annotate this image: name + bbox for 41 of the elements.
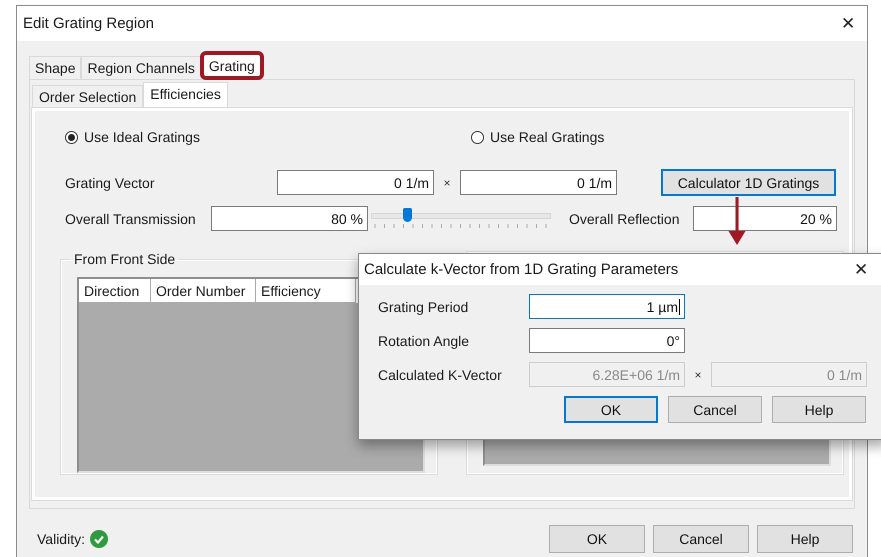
tab[interactable]: Region Channels — [81, 56, 201, 79]
column-header[interactable]: Efficiency — [256, 279, 356, 303]
output-field: 0 1/m — [711, 362, 867, 387]
dialog-button[interactable]: Cancel — [668, 396, 762, 423]
window-title: Edit Grating Region — [23, 15, 154, 32]
times-sign: × — [693, 368, 702, 382]
column-header[interactable]: Direction — [79, 279, 151, 303]
tab[interactable]: Shape — [29, 56, 82, 79]
dialog-title: Calculate k-Vector from 1D Grating Parameters — [364, 261, 678, 278]
field-label: Calculated K-Vector — [378, 366, 503, 382]
dialog-button[interactable]: OK — [549, 525, 645, 553]
output-field: 6.28E+06 1/m — [529, 362, 685, 387]
input-field[interactable]: 80 % — [211, 206, 368, 231]
close-icon[interactable]: ✕ — [841, 13, 855, 34]
close-icon[interactable]: ✕ — [854, 259, 868, 280]
group-title: From Front Side — [73, 251, 176, 267]
input-field[interactable]: 20 % — [693, 206, 837, 231]
input-field[interactable]: 1 µm — [529, 294, 685, 319]
input-field[interactable]: 0 1/m — [277, 170, 434, 195]
radio-option[interactable]: Use Real Gratings — [471, 129, 671, 145]
dialog-button[interactable]: Cancel — [653, 525, 749, 553]
tab[interactable]: Grating — [202, 54, 261, 77]
dialog-button[interactable]: OK — [564, 396, 658, 423]
validity-label: Validity: — [37, 531, 85, 547]
annotation-arrow — [727, 197, 747, 247]
tab[interactable]: Order Selection — [32, 85, 144, 108]
field-label: Overall Reflection — [569, 210, 680, 226]
field-label: Grating Period — [378, 298, 470, 314]
field-label: Grating Vector — [65, 174, 156, 190]
input-field[interactable]: 0° — [529, 328, 685, 353]
dialog-button[interactable]: Help — [772, 396, 866, 423]
slider[interactable] — [371, 208, 551, 230]
field-label: Rotation Angle — [378, 332, 470, 348]
field-label: Overall Transmission — [65, 210, 197, 226]
calculator-button[interactable]: Calculator 1D Gratings — [661, 169, 836, 196]
tab[interactable]: Efficiencies — [143, 82, 228, 108]
times-sign: × — [442, 176, 452, 190]
radio-option[interactable]: Use Ideal Gratings — [65, 129, 471, 145]
input-field[interactable]: 0 1/m — [460, 170, 617, 195]
dialog-button[interactable]: Help — [757, 525, 853, 553]
column-header[interactable]: Order Number — [151, 279, 256, 303]
